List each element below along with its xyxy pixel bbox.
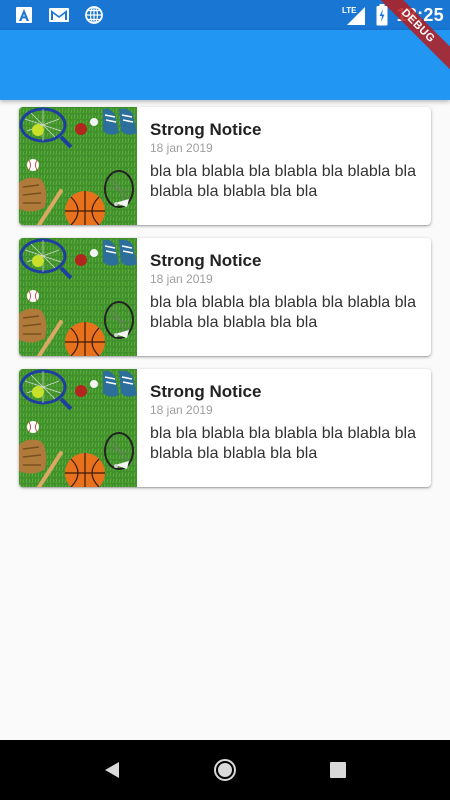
back-icon[interactable] [100,758,124,782]
signal-icon: LTE [342,6,366,25]
gmail-icon [49,8,69,22]
notice-list: Strong Notice 18 jan 2019 bla bla blabla… [19,107,431,500]
notice-title: Strong Notice [150,120,262,139]
home-icon[interactable] [213,758,237,782]
notice-date: 18 jan 2019 [150,141,213,155]
notice-content: Strong Notice 18 jan 2019 bla bla blabla… [137,107,431,225]
system-icons: LTE 18:25 [342,2,444,28]
notice-date: 18 jan 2019 [150,403,213,417]
battery-icon [376,4,388,26]
sports-equipment-image [19,369,137,487]
notice-text: bla bla blabla bla blabla bla blabla bla… [150,425,416,462]
notice-title: Strong Notice [150,251,262,270]
sports-equipment-image [19,238,137,356]
app-bar [0,30,450,100]
notice-card[interactable]: Strong Notice 18 jan 2019 bla bla blabla… [19,107,431,225]
notice-content: Strong Notice 18 jan 2019 bla bla blabla… [137,369,431,487]
status-time: 18:25 [396,4,444,25]
notice-content: Strong Notice 18 jan 2019 bla bla blabla… [137,238,431,356]
recents-icon[interactable] [326,758,350,782]
notice-card[interactable]: Strong Notice 18 jan 2019 bla bla blabla… [19,238,431,356]
navigation-bar [0,740,450,800]
notice-title: Strong Notice [150,382,262,401]
status-bar: LTE 18:25 [0,0,450,30]
globe-sync-icon [85,6,103,24]
notice-card[interactable]: Strong Notice 18 jan 2019 bla bla blabla… [19,369,431,487]
a-app-icon [16,7,32,23]
sports-equipment-image [19,107,137,225]
notice-text: bla bla blabla bla blabla bla blabla bla… [150,163,416,200]
notice-text: bla bla blabla bla blabla bla blabla bla… [150,294,416,331]
notice-date: 18 jan 2019 [150,272,213,286]
notification-icons [14,5,104,25]
network-label: LTE [342,6,357,15]
